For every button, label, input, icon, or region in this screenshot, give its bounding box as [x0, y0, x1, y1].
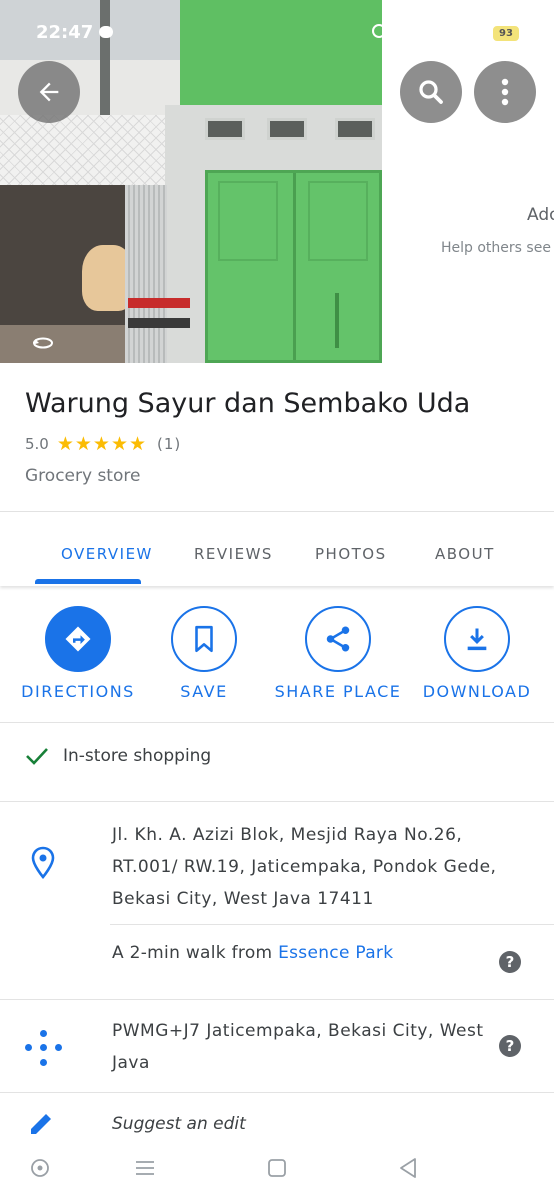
signal-icon	[437, 26, 457, 42]
more-options-button[interactable]	[474, 61, 536, 123]
directions-icon	[65, 626, 91, 652]
download-button[interactable]: DOWNLOAD	[412, 606, 542, 701]
review-count: (1)	[157, 435, 182, 453]
download-icon	[467, 628, 487, 651]
directions-label: DIRECTIONS	[21, 682, 135, 701]
arrow-left-icon	[39, 82, 59, 102]
status-time: 22:47	[36, 22, 94, 43]
check-icon	[26, 748, 48, 765]
in-store-shopping-row: In-store shopping	[25, 746, 211, 766]
line-icon	[99, 26, 113, 38]
search-icon	[419, 80, 443, 104]
tab-about[interactable]: ABOUT	[435, 545, 495, 563]
assistant-icon[interactable]	[28, 1156, 52, 1180]
save-label: SAVE	[180, 682, 228, 701]
essence-park-link[interactable]: Essence Park	[278, 943, 393, 963]
help-others-text: Help others see	[441, 240, 551, 256]
suggest-edit-link[interactable]: Suggest an edit	[112, 1114, 246, 1134]
location-pin-icon	[31, 846, 55, 880]
download-label: DOWNLOAD	[422, 682, 532, 701]
help-icon[interactable]: ?	[499, 1035, 521, 1057]
divider	[0, 1092, 554, 1093]
divider	[0, 722, 554, 723]
rating-stars-icon: ★★★★★	[56, 433, 148, 455]
save-button[interactable]: SAVE	[139, 606, 269, 701]
add-photos-prompt[interactable]: Ado	[527, 205, 554, 225]
street-view-image[interactable]	[0, 0, 382, 363]
share-icon	[326, 626, 350, 652]
system-nav-bar	[0, 1142, 554, 1200]
battery-icon: 93	[493, 26, 519, 41]
status-bar: 22:47 0.66 KB/S 4G 93	[0, 0, 554, 48]
active-tab-indicator	[35, 579, 141, 584]
address-text[interactable]: Jl. Kh. A. Azizi Blok, Mesjid Raya No.26…	[112, 819, 532, 915]
plus-code-text[interactable]: PWMG+J7 Jaticempaka, Bekasi City, West J…	[112, 1015, 492, 1079]
rotate-360-icon[interactable]	[32, 336, 54, 350]
network-speed: 0.66 KB/S	[395, 21, 423, 42]
share-place-label: SHARE PLACE	[274, 682, 402, 701]
tab-overview[interactable]: OVERVIEW	[61, 545, 153, 563]
divider	[0, 801, 554, 802]
more-vert-icon	[501, 78, 509, 106]
help-icon[interactable]: ?	[499, 951, 521, 973]
bookmark-icon	[195, 625, 213, 653]
back-button[interactable]	[18, 61, 80, 123]
in-store-shopping-label: In-store shopping	[63, 746, 212, 766]
pencil-icon	[31, 1114, 51, 1134]
search-button[interactable]	[400, 61, 462, 123]
place-hero: Ado Help others see	[0, 0, 554, 363]
back-nav-icon[interactable]	[396, 1156, 420, 1180]
tab-bar: OVERVIEW REVIEWS PHOTOS ABOUT	[0, 512, 554, 586]
rating-score: 5.0	[25, 435, 49, 453]
place-category[interactable]: Grocery store	[25, 466, 140, 486]
walk-distance-text: A 2-min walk from Essence Park	[112, 943, 394, 963]
place-title: Warung Sayur dan Sembako Uda	[25, 388, 471, 419]
menu-icon[interactable]	[133, 1156, 157, 1180]
home-icon[interactable]	[265, 1156, 289, 1180]
tab-reviews[interactable]: REVIEWS	[194, 545, 273, 563]
alarm-icon	[372, 24, 386, 38]
divider	[110, 924, 554, 925]
tab-photos[interactable]: PHOTOS	[315, 545, 387, 563]
share-place-button[interactable]: SHARE PLACE	[273, 606, 403, 701]
plus-code-icon	[25, 1030, 63, 1066]
signal-icon	[463, 26, 483, 42]
directions-button[interactable]: DIRECTIONS	[13, 606, 143, 701]
rating-row[interactable]: 5.0 ★★★★★ (1)	[25, 433, 181, 455]
divider	[0, 999, 554, 1000]
